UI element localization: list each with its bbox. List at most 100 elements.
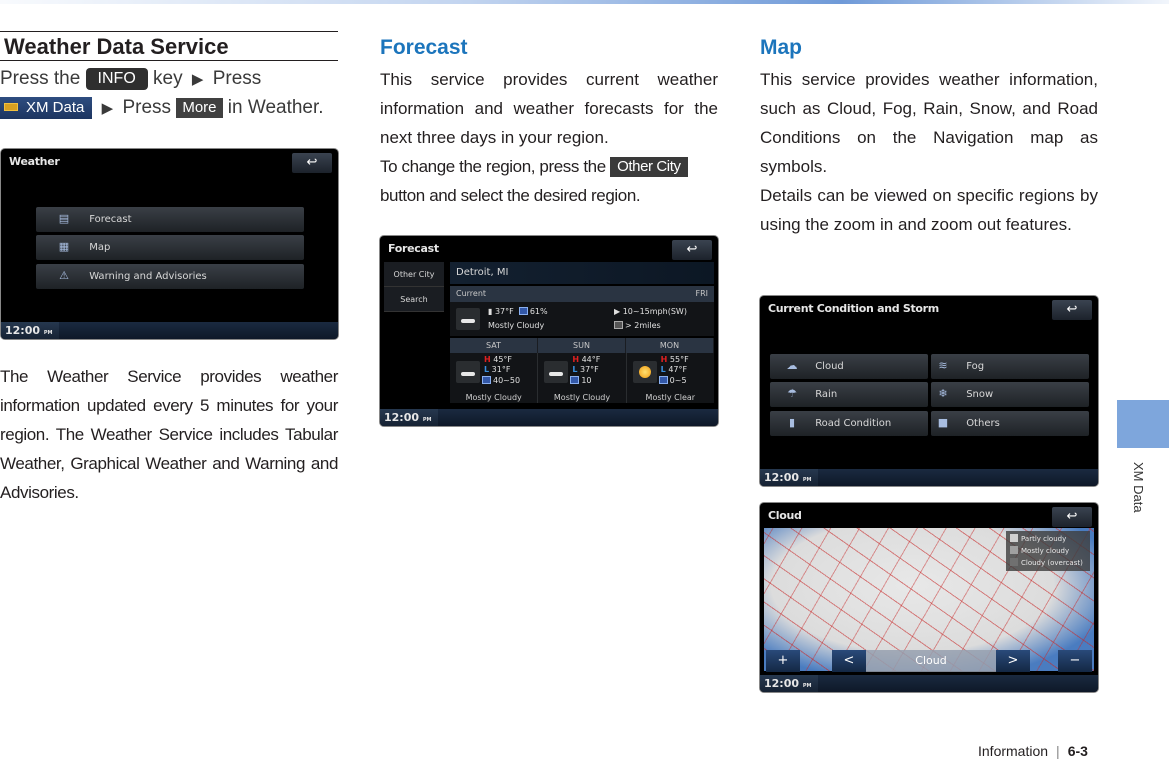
- menu-label: Warning and Advisories: [89, 271, 207, 282]
- day-low: L 31°F: [484, 365, 510, 374]
- other-city-button[interactable]: Other City: [384, 262, 444, 287]
- menu-item-rain[interactable]: ☂ Rain: [770, 382, 928, 407]
- extra-value: 40~50: [493, 376, 521, 385]
- next-layer-button[interactable]: >: [996, 650, 1030, 672]
- low-value: 31°F: [491, 365, 511, 374]
- cloud-icon: [456, 361, 480, 383]
- visibility: > 2miles: [614, 321, 661, 330]
- legend-item: Partly cloudy: [1010, 533, 1086, 545]
- day-condition: Mostly Cloudy: [465, 393, 522, 402]
- legend-item: Mostly cloudy: [1010, 545, 1086, 557]
- high-prefix: H: [484, 355, 491, 364]
- clock-ampm: PM: [43, 330, 53, 336]
- visibility-icon: [614, 321, 623, 329]
- day-extra: 10: [570, 376, 592, 385]
- zoom-in-button[interactable]: +: [766, 650, 800, 672]
- day-header: SUN: [538, 338, 626, 353]
- body-paragraph-2: To change the region, press the Other Ci…: [380, 152, 718, 210]
- extra-value: 10: [581, 376, 592, 385]
- high-prefix: H: [660, 355, 668, 364]
- footer-separator: |: [1056, 743, 1060, 759]
- extra-value: 0~5: [669, 376, 687, 385]
- forecast-icon: ▤: [58, 212, 70, 225]
- menu-item-snow[interactable]: ❄ Snow: [931, 382, 1089, 407]
- arrow-right-icon: ▶: [191, 71, 204, 88]
- current-humidity: 61%: [529, 307, 548, 316]
- info-key-label: INFO: [85, 68, 148, 90]
- body-paragraph: The Weather Service provides weather inf…: [0, 367, 338, 502]
- clock: 12:00 PM: [1, 322, 59, 339]
- current-condition: Mostly Cloudy: [488, 321, 545, 330]
- menu-item-fog[interactable]: ≋ Fog: [931, 354, 1089, 379]
- back-button[interactable]: ↩: [1052, 507, 1092, 527]
- section-title: Forecast: [380, 36, 468, 59]
- top-decorative-bar: [0, 0, 1169, 4]
- search-button[interactable]: Search: [384, 287, 444, 312]
- page-footer: Information | 6-3: [978, 743, 1088, 759]
- current-temp-humidity: ▮ 37°F 61%: [488, 307, 548, 316]
- high-prefix: H: [572, 355, 580, 364]
- back-button[interactable]: ↩: [672, 240, 712, 260]
- current-conditions: ▮ 37°F 61% Mostly Cloudy ▶ 10~15mph(SW) …: [450, 302, 714, 336]
- low-prefix: L: [572, 365, 578, 374]
- current-label: Current: [456, 289, 487, 298]
- menu-label: Snow: [966, 389, 994, 400]
- current-temp: 37°F: [494, 307, 514, 316]
- low-value: 47°F: [668, 365, 688, 374]
- body-paragraph-2: Details can be viewed on specific region…: [760, 186, 1098, 234]
- screen-title: Cloud: [768, 509, 802, 522]
- menu-label: Others: [966, 418, 1000, 429]
- day-condition: Mostly Clear: [645, 393, 696, 402]
- legend-swatch: [1010, 558, 1018, 566]
- wind-flag-icon: ▶: [614, 307, 623, 316]
- text: To change the region, press the: [380, 157, 606, 176]
- clock-time: 12:00: [384, 411, 420, 424]
- menu-item-others[interactable]: ■ Others: [931, 411, 1089, 436]
- section-title: Map: [760, 36, 802, 59]
- zoom-out-button[interactable]: −: [1058, 650, 1092, 672]
- section-title: Weather Data Service: [0, 31, 338, 61]
- menu-label: Rain: [815, 389, 838, 400]
- low-prefix: L: [660, 365, 666, 374]
- xm-icon: [4, 103, 18, 111]
- day-condition: Mostly Cloudy: [553, 393, 611, 402]
- humidity-icon: [518, 307, 528, 315]
- legend-item: Cloudy (overcast): [1010, 557, 1086, 569]
- day-low: L 47°F: [661, 365, 687, 374]
- chapter-tab: [1117, 400, 1169, 448]
- menu-label: Road Condition: [815, 418, 892, 429]
- menu-item-map[interactable]: ▦ Map: [36, 235, 304, 260]
- legend-swatch: [1010, 534, 1018, 542]
- forecast-screen: Forecast ↩ Other City Search Detroit, MI…: [380, 236, 718, 426]
- snow-icon: ❄: [938, 387, 948, 400]
- chapter-label: XM Data: [1131, 462, 1146, 513]
- day-header: MON: [626, 338, 714, 353]
- low-prefix: L: [484, 365, 490, 374]
- cloud-icon: ☁: [786, 359, 798, 372]
- layer-name: Cloud: [866, 650, 996, 672]
- legend-label: Cloudy (overcast): [1021, 559, 1083, 567]
- back-button[interactable]: ↩: [1052, 300, 1092, 320]
- city-name: Detroit, MI: [450, 262, 714, 284]
- menu-item-warning[interactable]: ⚠ Warning and Advisories: [36, 264, 304, 289]
- menu-label: Forecast: [89, 214, 132, 225]
- back-button[interactable]: ↩: [292, 153, 332, 173]
- footer-section: Information: [978, 743, 1049, 759]
- cloud-icon: [544, 361, 569, 383]
- text: button and select the desired region.: [380, 186, 641, 205]
- arrow-right-icon: ▶: [101, 100, 114, 117]
- cloud-map-screen: Cloud ↩ Partly cloudy Mostly cloudy Clou…: [760, 503, 1098, 692]
- high-value: 44°F: [581, 355, 601, 364]
- current-header: Current FRI: [450, 286, 714, 302]
- precip-icon: [570, 376, 580, 384]
- cloud-icon: [456, 308, 480, 330]
- prev-layer-button[interactable]: <: [832, 650, 866, 672]
- menu-item-forecast[interactable]: ▤ Forecast: [36, 207, 304, 232]
- menu-item-road-condition[interactable]: ▮ Road Condition: [770, 411, 928, 436]
- menu-item-cloud[interactable]: ☁ Cloud: [770, 354, 928, 379]
- current-day: FRI: [695, 289, 708, 298]
- map-legend: Partly cloudy Mostly cloudy Cloudy (over…: [1006, 531, 1090, 571]
- high-value: 55°F: [669, 355, 689, 364]
- clock-ampm: PM: [422, 417, 432, 423]
- text: key: [153, 68, 183, 89]
